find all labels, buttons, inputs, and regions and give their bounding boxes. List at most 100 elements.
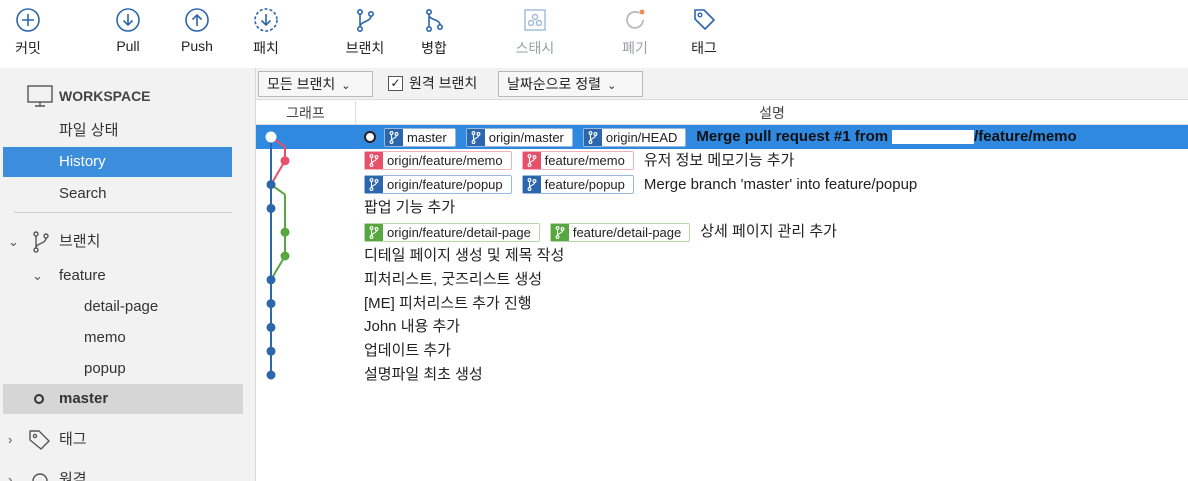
commit-row[interactable]: origin/feature/detail-page feature/detail… [256, 220, 1188, 244]
commit-row[interactable]: 피처리스트, 굿즈리스트 생성 [256, 268, 1188, 292]
head-indicator-icon [364, 131, 376, 144]
commit-button[interactable]: 커밋 [0, 6, 58, 58]
sidebar: WORKSPACE 파일 상태 History Search ⌄ 브랜치 ⌄ f… [0, 68, 256, 481]
chevron-right-icon: › [8, 432, 13, 447]
commit-row[interactable]: origin/feature/popup feature/popup Merge b… [256, 173, 1188, 197]
sidebar-tags-header[interactable]: › 태그 [0, 425, 255, 455]
branch-label-tag[interactable]: origin/feature/memo [364, 151, 512, 171]
sidebar-item-detail-page[interactable]: detail-page [0, 292, 255, 322]
branch-label-tag[interactable]: origin/master [465, 127, 573, 147]
tag-icon [694, 9, 715, 30]
commit-row[interactable]: origin/feature/memo feature/memo 유저 정보 메모기… [256, 149, 1188, 173]
branch-label-text: origin/master [488, 129, 564, 145]
commit-row[interactable]: 설명파일 최초 생성 [256, 363, 1188, 387]
commit-description: origin/feature/memo feature/memo 유저 정보 메모기… [364, 149, 794, 173]
sort-dropdown[interactable]: 날짜순으로 정렬 ⌄ [498, 71, 643, 97]
sidebar-item-file-status[interactable]: 파일 상태 [0, 116, 255, 146]
sidebar-item-label: detail-page [84, 298, 159, 315]
sidebar-item-history[interactable]: History [3, 147, 232, 177]
commit-node[interactable] [266, 370, 276, 380]
commit-row[interactable]: 팝업 기능 추가 [256, 196, 1188, 220]
commit-description: origin/feature/popup feature/popup Merge b… [364, 173, 917, 197]
branch-icon [583, 128, 602, 146]
sidebar-remotes-header[interactable]: › 원격 [0, 465, 255, 481]
description-column-header[interactable]: 설명 [356, 101, 1188, 125]
commit-description: 디테일 페이지 생성 및 제목 작성 [364, 244, 564, 268]
commit-row[interactable]: master origin/master origin/HEAD Merge pull… [256, 125, 1188, 149]
commit-description: 팝업 기능 추가 [364, 196, 455, 220]
commit-label: 커밋 [15, 40, 41, 56]
sidebar-folder-label: feature [59, 267, 106, 284]
commit-node[interactable] [266, 203, 276, 213]
sidebar-item-popup[interactable]: popup [0, 354, 255, 384]
branch-icon [385, 128, 403, 146]
commit-message: John 내용 추가 [364, 318, 461, 336]
sidebar-branches-header[interactable]: ⌄ 브랜치 [0, 227, 255, 257]
discard-label: 폐기 [622, 40, 648, 56]
sidebar-item-label: popup [84, 360, 126, 377]
branch-label-tag[interactable]: origin/HEAD [582, 127, 687, 147]
commit-row[interactable]: John 내용 추가 [256, 315, 1188, 339]
commit-node[interactable] [280, 227, 290, 237]
tag-button[interactable]: 태그 [674, 6, 734, 58]
sidebar-item-label: master [59, 390, 109, 407]
commit-node[interactable] [266, 299, 276, 309]
remote-branches-label: 원격 브랜치 [409, 75, 478, 91]
sidebar-folder-feature[interactable]: ⌄ feature [0, 261, 255, 291]
commit-graph [265, 131, 290, 380]
sidebar-item-label: 파일 상태 [59, 122, 119, 139]
branch-label-text: feature/detail-page [572, 224, 682, 240]
sidebar-item-master[interactable]: master [3, 384, 243, 414]
branch-label-tag[interactable]: feature/memo [521, 151, 634, 171]
branch-label-tag[interactable]: master [384, 127, 456, 147]
chevron-down-icon: ⌄ [32, 268, 43, 283]
patch-icon [254, 8, 278, 32]
commit-row[interactable]: 업데이트 추가 [256, 339, 1188, 363]
commit-description: John 내용 추가 [364, 315, 460, 339]
cloud-icon [32, 473, 48, 481]
stash-icon [524, 9, 546, 31]
remote-branches-checkbox[interactable]: ✓ [388, 76, 403, 91]
branch-label-tag[interactable]: origin/feature/detail-page [364, 222, 540, 242]
commit-node[interactable] [266, 180, 276, 190]
branch-label-tag[interactable]: feature/popup [521, 175, 634, 195]
pull-button[interactable]: Pull [98, 6, 158, 54]
current-branch-icon [34, 394, 44, 404]
arrow-up-circle-icon [185, 8, 209, 32]
commit-description: 설명파일 최초 생성 [364, 363, 483, 387]
sidebar-item-label: Search [59, 185, 107, 202]
commit-node[interactable] [265, 131, 277, 143]
commit-node[interactable] [266, 322, 276, 332]
filter-bar: 모든 브랜치 ⌄ ✓ 원격 브랜치 날짜순으로 정렬 ⌄ [256, 68, 1188, 100]
sidebar-item-search[interactable]: Search [0, 179, 255, 209]
arrow-down-circle-icon [116, 8, 140, 32]
merge-button[interactable]: 병합 [404, 6, 464, 58]
branch-button[interactable]: 브랜치 [335, 6, 395, 58]
branch-label-text: feature/memo [544, 153, 625, 169]
commit-description: [ME] 피처리스트 추가 진행 [364, 292, 532, 316]
stash-button[interactable]: 스태시 [505, 6, 565, 58]
sidebar-item-memo[interactable]: memo [0, 323, 255, 353]
patch-label: 패치 [253, 40, 279, 56]
commit-node[interactable] [266, 346, 276, 356]
commit-node[interactable] [266, 275, 276, 285]
redacted-block [892, 130, 975, 145]
chevron-down-icon: ⌄ [607, 80, 617, 92]
sidebar-remotes-label: 원격 [59, 471, 87, 481]
monitor-icon [27, 85, 53, 107]
discard-button[interactable]: 폐기 [605, 6, 665, 58]
commit-node[interactable] [280, 251, 290, 261]
push-button[interactable]: Push [167, 6, 227, 54]
branch-label-text: origin/feature/memo [387, 153, 503, 169]
commit-row[interactable]: [ME] 피처리스트 추가 진행 [256, 292, 1188, 316]
commit-node[interactable] [280, 156, 290, 166]
branch-label-text: origin/feature/detail-page [387, 224, 531, 240]
commit-row[interactable]: 디테일 페이지 생성 및 제목 작성 [256, 244, 1188, 268]
branch-icon [357, 8, 374, 32]
branch-label-tag[interactable]: feature/detail-page [549, 222, 691, 242]
patch-button[interactable]: 패치 [236, 6, 296, 58]
branch-label: 브랜치 [345, 40, 385, 56]
chevron-right-icon: › [8, 472, 13, 481]
tag-icon [29, 430, 50, 450]
branch-label-tag[interactable]: origin/feature/popup [364, 175, 512, 195]
